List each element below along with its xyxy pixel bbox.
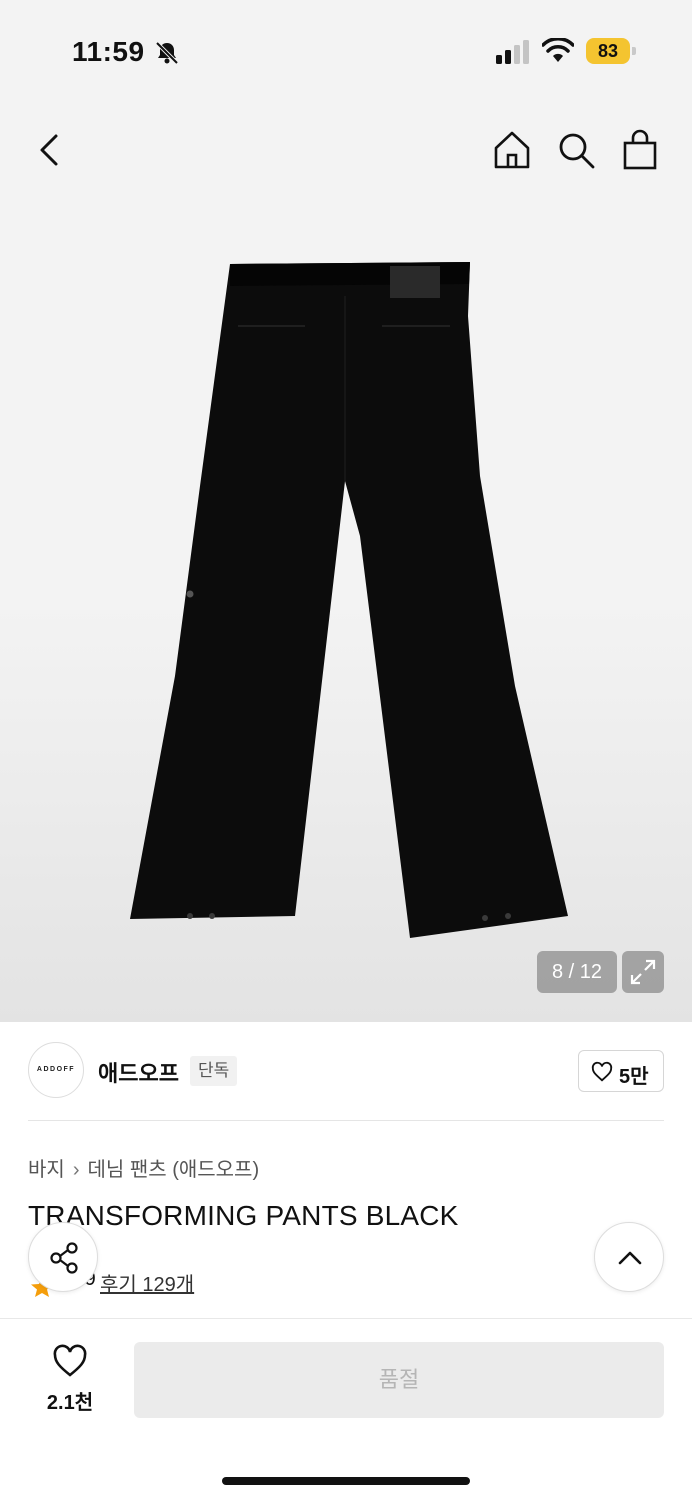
signal-icon: [496, 40, 529, 64]
bell-slash-icon: [155, 41, 179, 65]
breadcrumb-category[interactable]: 바지: [28, 1159, 65, 1181]
home-icon[interactable]: [492, 128, 532, 172]
wishlist-button[interactable]: 2.1천: [30, 1342, 110, 1418]
status-bar: 11:59 83: [0, 0, 692, 100]
product-title: TRANSFORMING PANTS BLACK: [28, 1200, 459, 1231]
chevron-up-icon: [618, 1251, 642, 1265]
back-icon[interactable]: [30, 128, 70, 172]
share-icon: [50, 1242, 78, 1274]
sold-out-button[interactable]: 품절: [134, 1342, 664, 1418]
product-image: [130, 262, 568, 938]
exclusive-badge: 단독: [190, 1056, 238, 1086]
wishlist-count: 2.1천: [46, 1392, 94, 1414]
breadcrumb: 바지 › 데님 팬츠 (애드오프): [28, 1153, 259, 1182]
expand-button[interactable]: [622, 951, 664, 993]
bottom-bar-divider: [0, 1318, 692, 1319]
scroll-top-button[interactable]: [594, 1222, 664, 1292]
share-button[interactable]: [28, 1222, 98, 1292]
breadcrumb-subcategory[interactable]: 데님 팬츠 (애드오프): [87, 1159, 259, 1181]
expand-icon: [630, 959, 656, 985]
battery-level: 83: [597, 41, 619, 61]
cart-icon[interactable]: [620, 128, 660, 172]
search-icon[interactable]: [556, 130, 596, 170]
product-gallery[interactable]: 8 / 12: [0, 100, 692, 1022]
wifi-icon: [542, 38, 574, 62]
brand-logo[interactable]: ADDOFF: [28, 1042, 84, 1098]
heart-icon: [591, 1061, 613, 1082]
status-time: 11:59: [72, 36, 145, 67]
chevron-right-icon: ›: [72, 1159, 80, 1181]
home-indicator: [222, 1477, 470, 1485]
brand-like-button[interactable]: 5만: [578, 1050, 664, 1092]
battery-icon: 83: [586, 38, 636, 64]
brand-name[interactable]: 애드오프: [98, 1056, 179, 1088]
brand-like-count: 5만: [619, 1066, 649, 1088]
heart-icon: [53, 1344, 87, 1377]
image-counter: 8 / 12: [537, 951, 617, 993]
reviews-link[interactable]: 후기 129개: [100, 1268, 194, 1297]
divider: [28, 1120, 664, 1121]
